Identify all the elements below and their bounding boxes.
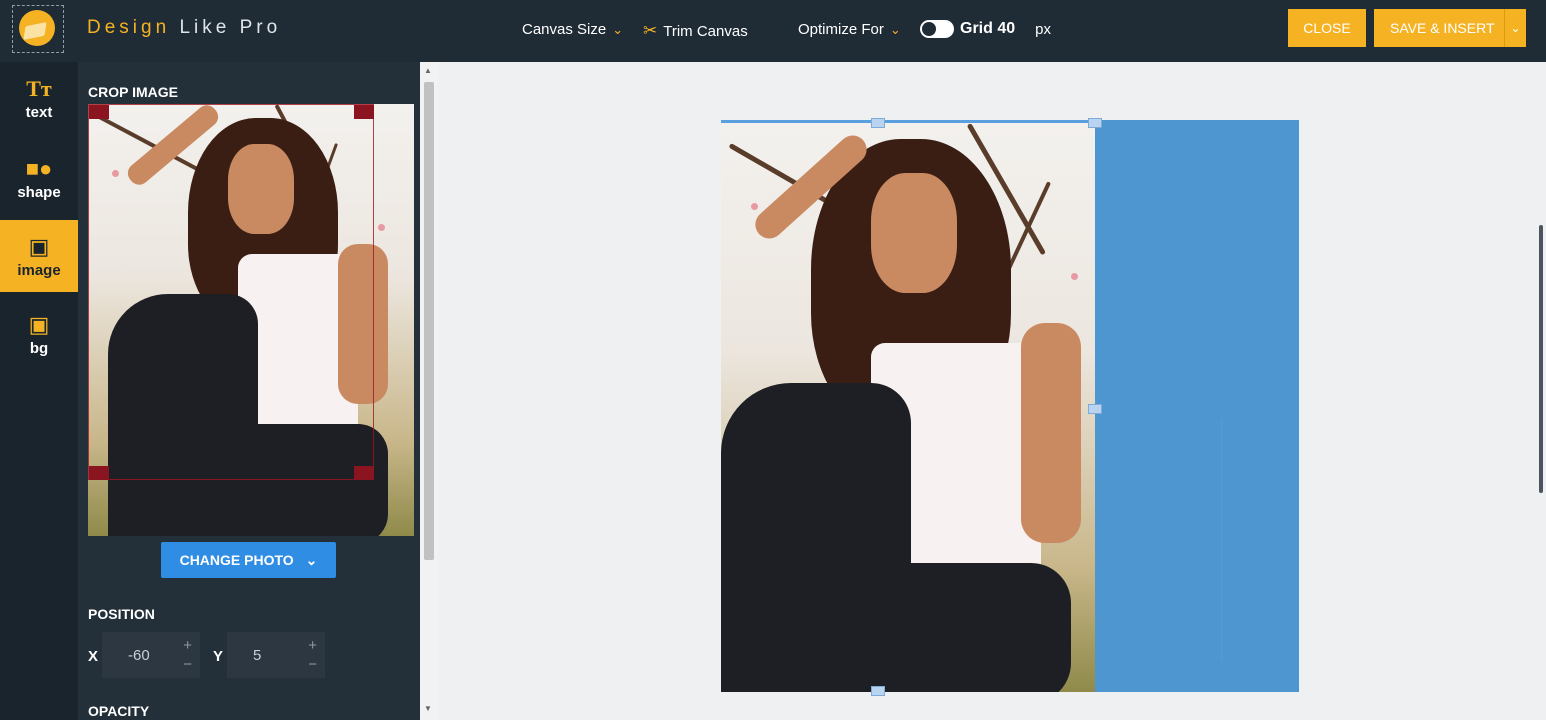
selection-handle-top-right[interactable] — [1088, 118, 1102, 128]
rail-item-shape[interactable]: ■● shape — [0, 142, 78, 214]
top-toolbar: Design Like Pro Canvas Size ⌄ ✂ Trim Can… — [0, 0, 1546, 62]
optimize-for-label: Optimize For — [798, 21, 884, 38]
face — [871, 173, 957, 293]
chevron-down-icon: ⌄ — [889, 21, 901, 37]
x-position-field[interactable]: -60 + − — [102, 632, 200, 678]
jeans — [811, 563, 1071, 692]
x-position-value[interactable]: -60 — [128, 647, 150, 664]
grid-label: Grid 40 — [960, 20, 1016, 37]
rail-item-bg[interactable]: ▣ bg — [0, 298, 78, 370]
blossom — [751, 203, 758, 210]
app-brand-title: Design Like Pro — [87, 17, 281, 39]
rail-item-image[interactable]: ▣ image — [0, 220, 78, 292]
blossom — [378, 224, 385, 231]
change-photo-label: CHANGE PHOTO — [179, 552, 294, 568]
scroll-down-icon[interactable]: ▼ — [424, 704, 432, 713]
crop-handle-bottom-left[interactable] — [89, 466, 109, 480]
chevron-down-icon: ⌄ — [305, 551, 318, 568]
canvas-size-dropdown[interactable]: Canvas Size ⌄ — [522, 21, 623, 38]
panel-scrollbar[interactable]: ▲ ▼ — [420, 62, 438, 720]
y-position-value[interactable]: 5 — [253, 647, 261, 664]
placed-image[interactable] — [721, 120, 1095, 692]
x-label: X — [88, 648, 99, 665]
crop-handle-top-right[interactable] — [354, 105, 374, 119]
trim-canvas-label: Trim Canvas — [663, 22, 748, 40]
rail-item-label: bg — [29, 339, 49, 357]
plus-icon[interactable]: + — [308, 636, 317, 655]
scissors-icon: ✂ — [643, 21, 658, 40]
background-icon: ▣ — [28, 311, 50, 337]
trim-canvas-button[interactable]: ✂ Trim Canvas — [643, 21, 748, 41]
blossom — [1071, 273, 1078, 280]
rail-item-label: image — [17, 261, 61, 279]
chevron-down-icon: ⌄ — [612, 21, 624, 37]
change-photo-button[interactable]: CHANGE PHOTO ⌄ — [161, 542, 336, 578]
grid-toggle[interactable] — [920, 20, 954, 38]
design-canvas-area[interactable] — [438, 62, 1546, 720]
minus-icon[interactable]: − — [308, 655, 317, 674]
brand-word-pro: Pro — [239, 17, 282, 38]
image-settings-panel: CROP IMAGE CHANGE PHOTO ⌄ POSITION X -60… — [78, 62, 420, 720]
y-stepper: + − — [308, 636, 317, 674]
grid-unit-label: px — [1035, 20, 1051, 38]
close-button[interactable]: CLOSE — [1288, 9, 1366, 47]
opacity-heading: OPACITY — [88, 703, 150, 719]
crop-image-preview[interactable] — [88, 104, 414, 536]
selection-handle-bottom[interactable] — [871, 686, 885, 696]
crop-image-heading: CROP IMAGE — [88, 84, 178, 100]
save-insert-button[interactable]: SAVE & INSERT ⌄ — [1374, 9, 1526, 47]
y-position-field[interactable]: 5 + − — [227, 632, 325, 678]
y-label: Y — [213, 648, 224, 665]
x-stepper: + − — [183, 636, 192, 674]
minus-icon[interactable]: − — [183, 655, 192, 674]
tool-rail: Tт text ■● shape ▣ image ▣ bg — [0, 62, 78, 720]
grid-control: Grid 40 px — [920, 20, 1051, 38]
selection-handle-top[interactable] — [871, 118, 885, 128]
save-insert-label: SAVE & INSERT — [1390, 20, 1495, 36]
shapes-icon: ■● — [25, 155, 53, 181]
selection-handle-right[interactable] — [1088, 404, 1102, 414]
canvas-size-label: Canvas Size — [522, 21, 607, 38]
scroll-up-icon[interactable]: ▲ — [424, 66, 432, 75]
rail-item-label: text — [25, 103, 53, 121]
brand-word-design: Design — [87, 17, 171, 38]
text-icon: Tт — [26, 75, 52, 101]
brand-word-like: Like — [179, 17, 231, 38]
scrollbar-thumb[interactable] — [424, 82, 434, 560]
alignment-guide — [1221, 420, 1222, 660]
chevron-down-icon[interactable]: ⌄ — [1504, 9, 1526, 47]
position-heading: POSITION — [88, 606, 155, 622]
image-icon: ▣ — [28, 233, 50, 259]
artboard[interactable] — [721, 118, 1299, 696]
optimize-for-dropdown[interactable]: Optimize For ⌄ — [798, 21, 901, 38]
paint-drop-logo-icon — [19, 10, 55, 46]
arm — [1021, 323, 1081, 543]
rail-item-label: shape — [17, 183, 61, 201]
crop-frame[interactable] — [88, 104, 374, 480]
canvas-scrollbar[interactable] — [1539, 225, 1543, 493]
plus-icon[interactable]: + — [183, 636, 192, 655]
rail-item-text[interactable]: Tт text — [0, 62, 78, 134]
app-logo[interactable] — [12, 5, 64, 53]
crop-handle-top-left[interactable] — [89, 105, 109, 119]
crop-handle-bottom-right[interactable] — [354, 466, 374, 480]
